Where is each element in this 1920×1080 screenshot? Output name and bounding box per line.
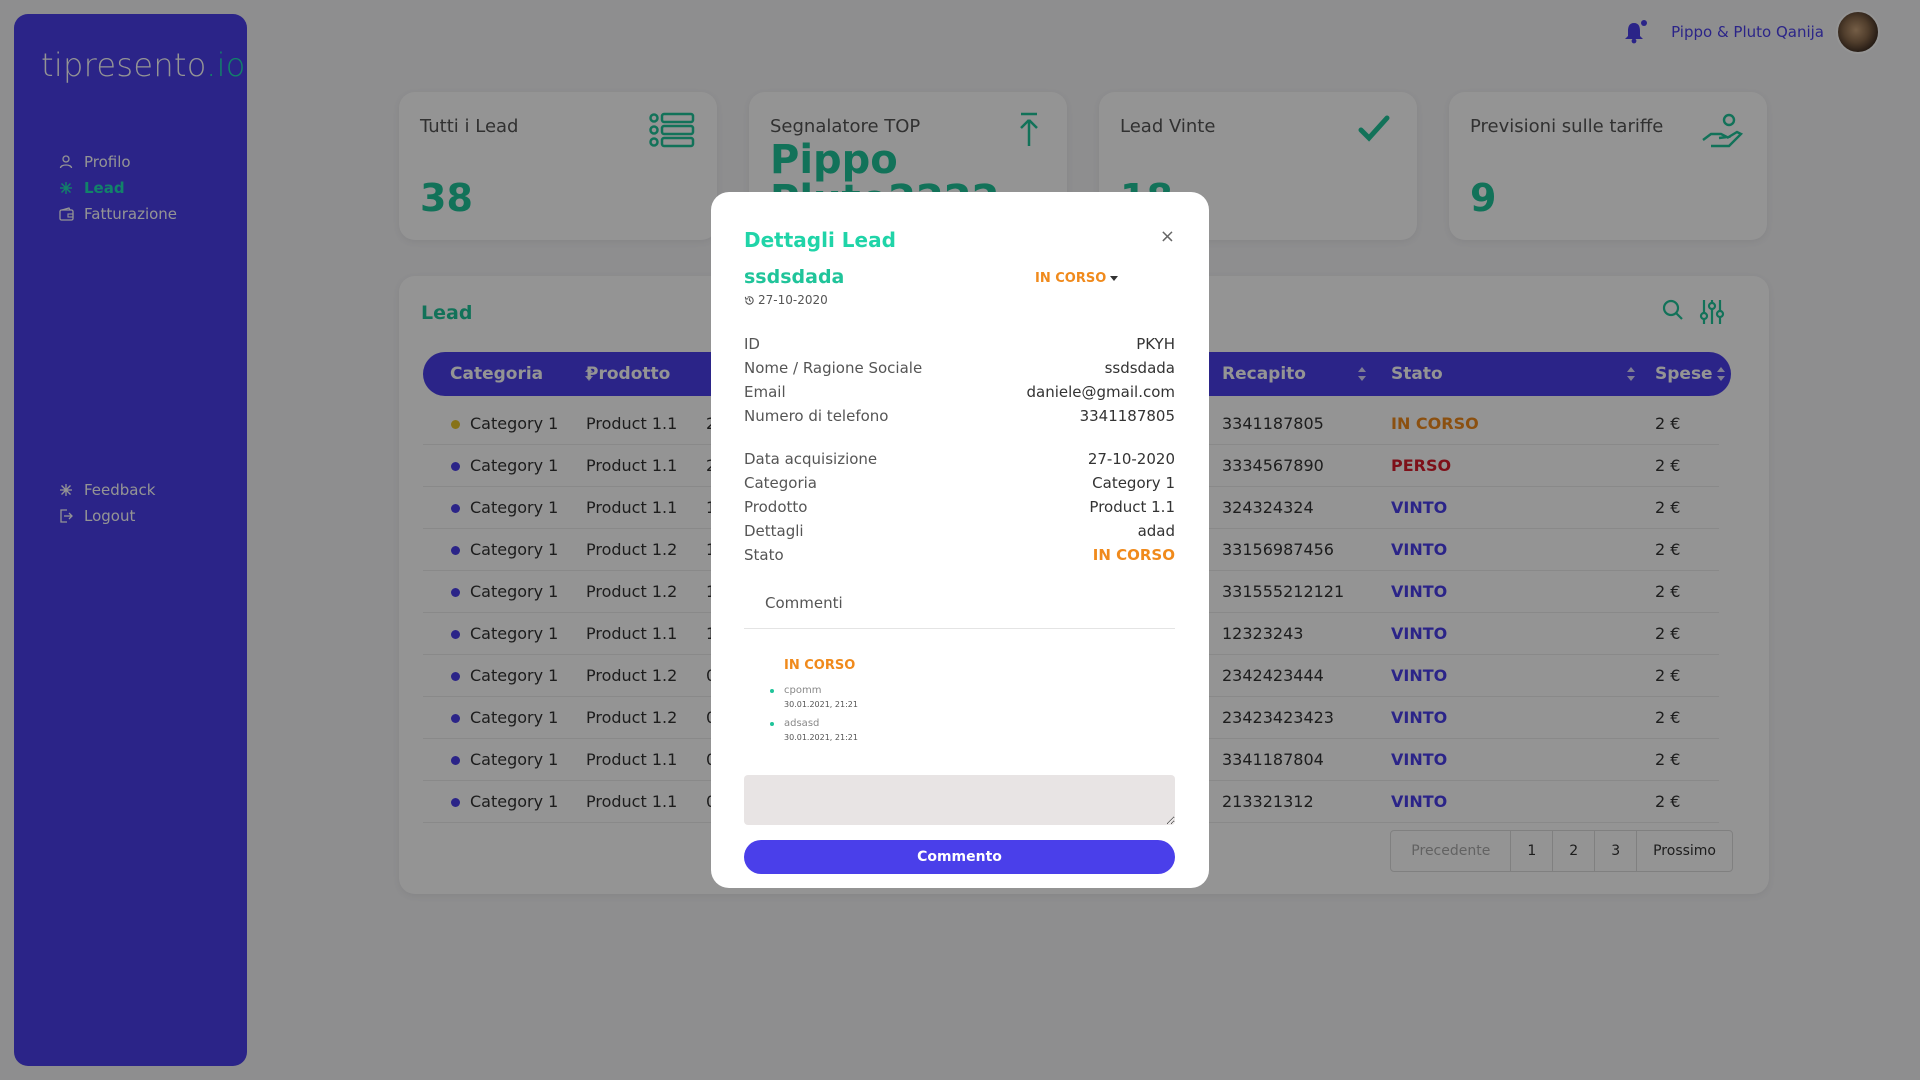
detail-value: 3341187805: [1079, 407, 1175, 425]
detail-value: ssdsdada: [1104, 359, 1175, 377]
comment-button[interactable]: Commento: [744, 840, 1175, 874]
lead-date: 27-10-2020: [744, 293, 828, 307]
comment-date: 30.01.2021, 21:21: [784, 700, 858, 709]
detail-row: ID PKYH: [744, 335, 1175, 359]
detail-row: Numero di telefono 3341187805: [744, 407, 1175, 431]
status-dropdown[interactable]: IN CORSO: [1035, 271, 1119, 286]
lead-name: ssdsdada: [744, 266, 845, 288]
bullet: [770, 722, 774, 726]
detail-row: Stato IN CORSO: [744, 546, 1175, 570]
comment-text: adsasd: [784, 718, 820, 729]
detail-value: adad: [1137, 522, 1175, 540]
detail-key: Nome / Ragione Sociale: [744, 359, 923, 377]
detail-key: Dettagli: [744, 522, 804, 540]
detail-key: Numero di telefono: [744, 407, 889, 425]
comments-label: Commenti: [765, 594, 843, 612]
detail-key: Categoria: [744, 474, 818, 492]
detail-key: Data acquisizione: [744, 450, 878, 468]
detail-row: Categoria Category 1: [744, 474, 1175, 498]
divider: [744, 628, 1175, 629]
history-icon: [744, 295, 754, 305]
comment-text: cpomm: [784, 685, 822, 696]
detail-row: Email daniele@gmail.com: [744, 383, 1175, 407]
comment-input[interactable]: [744, 775, 1175, 825]
lead-details-modal: Dettagli Lead × ssdsdada 27-10-2020 IN C…: [711, 192, 1209, 888]
comment-item: cpomm 30.01.2021, 21:21: [770, 685, 858, 709]
detail-value: Category 1: [1092, 474, 1175, 492]
detail-key: Prodotto: [744, 498, 808, 516]
detail-value: 27-10-2020: [1087, 450, 1175, 468]
detail-value: daniele@gmail.com: [1026, 383, 1175, 401]
detail-value: Product 1.1: [1089, 498, 1175, 516]
caret-down-icon: [1110, 276, 1119, 281]
comment-item: adsasd 30.01.2021, 21:21: [770, 718, 858, 742]
bullet: [770, 689, 774, 693]
detail-row: Dettagli adad: [744, 522, 1175, 546]
detail-row: Data acquisizione 27-10-2020: [744, 450, 1175, 474]
close-icon[interactable]: ×: [1160, 226, 1175, 247]
detail-key: Stato: [744, 546, 784, 564]
comment-date: 30.01.2021, 21:21: [784, 733, 858, 742]
modal-title: Dettagli Lead: [744, 228, 896, 252]
comments-status: IN CORSO: [784, 658, 856, 673]
detail-row: Nome / Ragione Sociale ssdsdada: [744, 359, 1175, 383]
detail-key: Email: [744, 383, 786, 401]
detail-value: PKYH: [1136, 335, 1175, 353]
detail-key: ID: [744, 335, 760, 353]
detail-row: Prodotto Product 1.1: [744, 498, 1175, 522]
detail-value: IN CORSO: [1092, 546, 1175, 564]
